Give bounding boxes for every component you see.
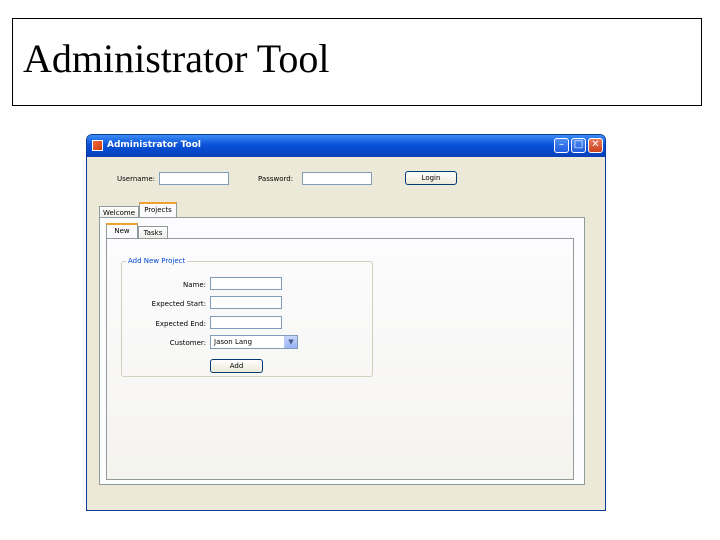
app-window: Administrator Tool – □ ✕ Username: Passw… [86, 134, 606, 511]
username-field[interactable] [159, 172, 229, 185]
tab-projects[interactable]: Projects [139, 202, 177, 218]
projects-tab-panel: New Tasks Add New Project Name: Expected… [99, 217, 585, 485]
expected-end-label: Expected End: [155, 320, 206, 328]
chevron-down-icon[interactable]: ▼ [284, 336, 297, 348]
name-field[interactable] [210, 277, 282, 290]
maximize-button[interactable]: □ [571, 138, 586, 153]
name-label: Name: [182, 281, 206, 289]
customer-select[interactable]: Jason Lang ▼ [210, 335, 298, 349]
username-label: Username: [117, 175, 156, 183]
window-titlebar[interactable]: Administrator Tool – □ ✕ [87, 135, 605, 157]
add-new-project-group: Add New Project Name: Expected Start: Ex… [121, 257, 373, 377]
app-icon [92, 140, 103, 151]
tab-new[interactable]: New [106, 223, 138, 239]
minimize-button[interactable]: – [554, 138, 569, 153]
expected-start-field[interactable] [210, 296, 282, 309]
group-title: Add New Project [126, 257, 188, 265]
customer-label: Customer: [169, 339, 206, 347]
expected-start-label: Expected Start: [151, 300, 206, 308]
slide-title: Administrator Tool [23, 36, 330, 81]
customer-selected-value: Jason Lang [214, 338, 253, 346]
slide-title-box: Administrator Tool [12, 18, 702, 106]
close-button[interactable]: ✕ [588, 138, 603, 153]
new-tab-panel: Add New Project Name: Expected Start: Ex… [106, 238, 574, 480]
expected-end-field[interactable] [210, 316, 282, 329]
window-title: Administrator Tool [107, 140, 201, 150]
password-label: Password: [258, 175, 294, 183]
login-button[interactable]: Login [405, 171, 457, 185]
add-button[interactable]: Add [210, 359, 263, 373]
password-field[interactable] [302, 172, 372, 185]
